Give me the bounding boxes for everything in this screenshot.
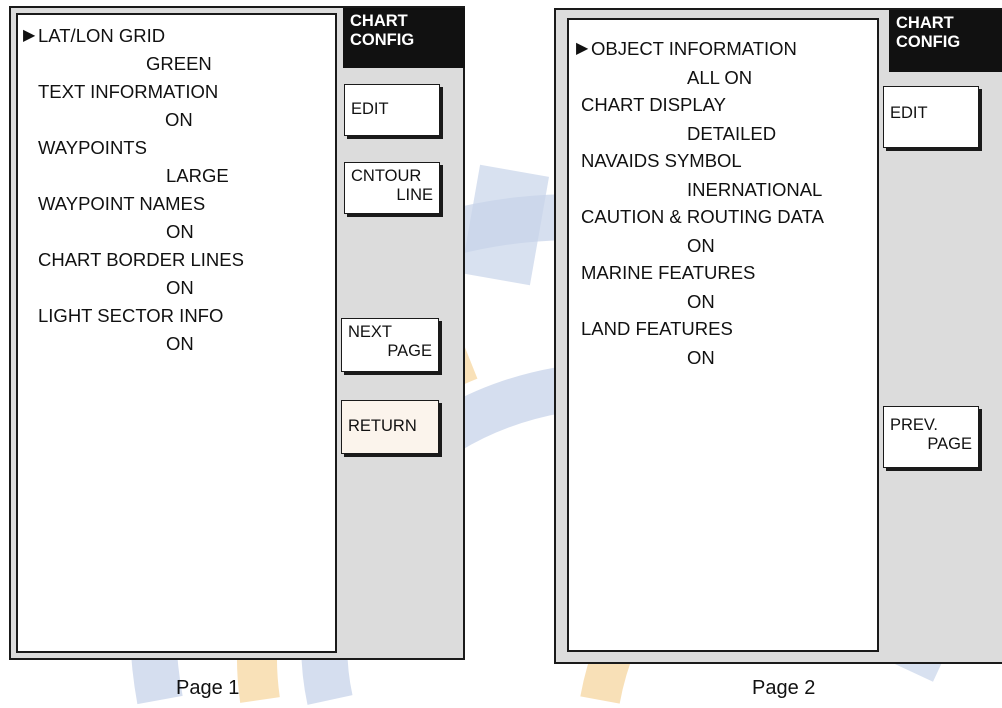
page-1-caption: Page 1	[176, 677, 240, 699]
softkey-label-line-2: PAGE	[927, 435, 972, 453]
softkey-label-line-1: PREV.	[890, 416, 939, 434]
menu-item-label: WAYPOINTS	[38, 137, 147, 158]
menu-item-chart-border-lines[interactable]: CHART BORDER LINES	[38, 249, 244, 271]
edit-softkey[interactable]: EDIT	[344, 84, 440, 136]
page-2-caption: Page 2	[752, 677, 816, 699]
menu-item-label: TEXT INFORMATION	[38, 81, 219, 102]
menu-title: CHART CONFIG	[889, 10, 1002, 72]
menu-item-navaids-symbol[interactable]: NAVAIDS SYMBOL	[581, 150, 742, 172]
menu-item-marine-features[interactable]: MARINE FEATURES	[581, 262, 755, 284]
menu-title: CHART CONFIG	[343, 8, 465, 68]
menu-title-line-2: CONFIG	[896, 33, 961, 51]
menu-item-value: GREEN	[146, 53, 212, 74]
menu-title-line-1: CHART	[896, 14, 954, 32]
menu-item-label: CHART DISPLAY	[581, 94, 726, 115]
menu-list-panel: ▶ OBJECT INFORMATION ALL ON CHART DISPLA…	[567, 18, 879, 652]
softkey-label-line-2: LINE	[396, 186, 433, 204]
menu-item-light-sector-info[interactable]: LIGHT SECTOR INFO	[38, 305, 223, 327]
menu-item-value: ON	[166, 277, 194, 298]
menu-item-label: CAUTION & ROUTING DATA	[581, 206, 824, 227]
softkey-label-line-1: CNTOUR	[351, 167, 422, 185]
menu-item-label: MARINE FEATURES	[581, 262, 756, 283]
menu-item-waypoints[interactable]: WAYPOINTS	[38, 137, 147, 159]
cursor-arrow-icon: ▶	[576, 40, 589, 57]
return-softkey[interactable]: RETURN	[341, 400, 439, 454]
menu-item-value: ON	[166, 333, 194, 354]
menu-item-value: ON	[166, 221, 194, 242]
menu-item-lat-lon-grid[interactable]: ▶ LAT/LON GRID	[23, 25, 166, 47]
menu-item-chart-display[interactable]: CHART DISPLAY	[581, 94, 726, 116]
next-page-softkey[interactable]: NEXT PAGE	[341, 318, 439, 372]
menu-list-panel: ▶ LAT/LON GRID GREEN TEXT INFORMATION ON…	[16, 13, 337, 653]
softkey-label-line-2: PAGE	[387, 342, 432, 360]
chart-config-screen-page-2: ▶ OBJECT INFORMATION ALL ON CHART DISPLA…	[554, 8, 1002, 664]
menu-item-value: ON	[687, 347, 715, 368]
menu-item-waypoint-names[interactable]: WAYPOINT NAMES	[38, 193, 205, 215]
menu-item-label: CHART BORDER LINES	[38, 249, 244, 270]
menu-item-text-information[interactable]: TEXT INFORMATION	[38, 81, 218, 103]
menu-item-label: WAYPOINT NAMES	[38, 193, 206, 214]
menu-item-label: LIGHT SECTOR INFO	[38, 305, 224, 326]
softkey-label: EDIT	[351, 100, 389, 118]
menu-item-value: INERNATIONAL	[687, 179, 823, 200]
edit-softkey[interactable]: EDIT	[883, 86, 979, 148]
menu-item-value: ON	[165, 109, 193, 130]
menu-item-value: ON	[687, 291, 715, 312]
menu-item-label: NAVAIDS SYMBOL	[581, 150, 742, 171]
menu-title-line-1: CHART	[350, 12, 408, 30]
menu-item-label: OBJECT INFORMATION	[591, 38, 797, 59]
menu-item-caution-routing-data[interactable]: CAUTION & ROUTING DATA	[581, 206, 824, 228]
prev-page-softkey[interactable]: PREV. PAGE	[883, 406, 979, 468]
menu-item-value: ON	[687, 235, 715, 256]
softkey-label: EDIT	[890, 104, 928, 122]
menu-item-value: ALL ON	[687, 67, 753, 88]
menu-item-land-features[interactable]: LAND FEATURES	[581, 318, 733, 340]
menu-item-label: LAT/LON GRID	[38, 25, 166, 46]
cursor-arrow-icon: ▶	[23, 27, 36, 44]
chart-config-screen-page-1: ▶ LAT/LON GRID GREEN TEXT INFORMATION ON…	[9, 6, 465, 660]
menu-item-object-information[interactable]: ▶ OBJECT INFORMATION	[576, 38, 797, 60]
softkey-label-line-1: NEXT	[348, 323, 393, 341]
menu-title-line-2: CONFIG	[350, 31, 415, 49]
menu-item-value: DETAILED	[687, 123, 777, 144]
softkey-label: RETURN	[348, 417, 417, 435]
menu-item-label: LAND FEATURES	[581, 318, 733, 339]
menu-item-value: LARGE	[166, 165, 229, 186]
contour-line-softkey[interactable]: CNTOUR LINE	[344, 162, 440, 214]
